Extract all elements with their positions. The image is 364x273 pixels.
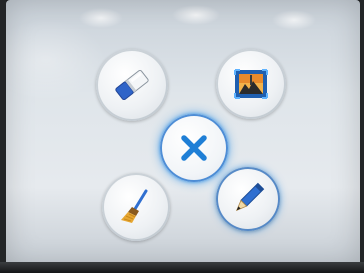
eraser-tool-button[interactable] [96,49,168,121]
broom-tool-button[interactable] [102,173,170,241]
pen-icon [235,182,265,212]
photo-frame [0,0,364,273]
picture-frame-icon [234,69,268,99]
pen-tool-button[interactable] [216,167,280,231]
monitor-bezel-left [0,0,6,273]
close-menu-button[interactable] [160,114,228,182]
picture-tool-button[interactable] [216,49,286,119]
monitor-bezel-right [360,0,364,273]
close-icon [181,135,207,161]
monitor-bezel-bottom [0,262,364,273]
eraser-icon [115,69,149,101]
broom-icon [121,189,148,223]
